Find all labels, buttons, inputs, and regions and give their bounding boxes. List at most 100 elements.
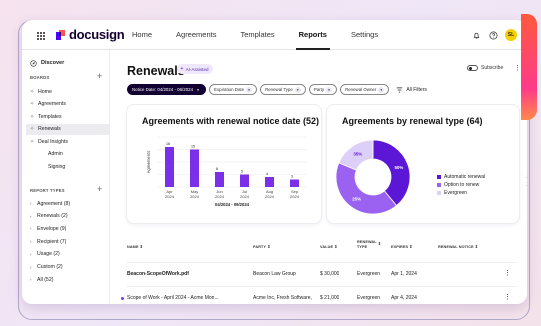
col-name-label: NAME — [127, 244, 139, 249]
row-name[interactable]: Beacon-ScopeOfWork.pdf — [127, 271, 245, 277]
sidebar-report-type[interactable]: › Envelope (9) — [26, 223, 110, 234]
sidebar-item-label: Custom (2) — [37, 264, 63, 270]
filter-bar: Notice Date: 04/2024 - 06/2024 ▾ Expirat… — [127, 84, 427, 95]
brand-name: docusign — [69, 27, 125, 42]
col-renewal-notice[interactable]: RENEWAL NOTICE ⇕ — [438, 244, 478, 250]
sidebar-report-type[interactable]: › Recipient (7) — [26, 236, 110, 247]
sidebar-discover[interactable]: Discover — [26, 56, 106, 70]
all-filters-button[interactable]: All Filters — [396, 87, 427, 93]
subscribe-control[interactable]: Subscribe — [467, 65, 503, 71]
bar — [165, 147, 174, 187]
sidebar-item-agreements[interactable]: ✧ Agreements — [26, 99, 110, 110]
legend-swatch — [437, 175, 441, 179]
filter-expiration-date[interactable]: Expiration Date ▾ — [209, 84, 258, 95]
nav-settings[interactable]: Settings — [351, 20, 378, 50]
sparkle-icon: ✦ — [180, 66, 184, 71]
nav-home[interactable]: Home — [132, 20, 152, 50]
col-party-label: PARTY — [253, 244, 267, 249]
donut-chart-panel: 50% 25% 35% Agreements by renewal type (64… — [327, 105, 527, 223]
add-report-type-plus-icon[interactable]: + — [97, 185, 102, 194]
table-header: NAME ⇕ PARTY ⇕ VALUE ⇕ RENEWAL TYPE ⇕ EXPIRE… — [127, 234, 517, 262]
row-more-icon[interactable]: ⋮ — [504, 269, 511, 277]
x-tick-year: 2024 — [265, 194, 275, 199]
col-value[interactable]: VALUE ⇕ — [320, 244, 338, 250]
sidebar-item-label: Usage (2) — [37, 251, 60, 258]
filter-renewal-owner-label: Renewal Owner — [345, 87, 377, 92]
sidebar-report-type[interactable]: › Renewals (2) — [26, 211, 110, 222]
row-name[interactable]: Scope of Work - April 2024 - Acme Mon... — [127, 295, 245, 301]
col-value-label: VALUE — [320, 244, 334, 249]
sidebar-item-label: Renewals (2) — [37, 213, 68, 220]
col-name[interactable]: NAME ⇕ — [127, 244, 143, 250]
nav-templates[interactable]: Templates — [240, 20, 274, 50]
sidebar-item-label: Agreement (8) — [37, 200, 71, 207]
legend-value: 27 — [520, 182, 527, 188]
sort-icon: ⇕ — [267, 245, 271, 249]
slice-percent-label: 25% — [352, 197, 361, 202]
table-row[interactable]: Scope of Work - April 2024 - Acme Mon...… — [121, 286, 517, 304]
legend-label: Evergreen — [444, 190, 468, 196]
bar — [240, 174, 249, 187]
sidebar-item-signing[interactable]: Signing — [26, 161, 110, 172]
docusign-logo[interactable]: docusign — [56, 27, 125, 42]
add-board-plus-icon[interactable]: + — [97, 72, 102, 81]
notification-bell-icon[interactable] — [471, 30, 482, 41]
bar-chart-title: Agreements with renewal notice date (52) — [142, 116, 320, 126]
legend-item: Evergreen 12 — [437, 189, 527, 197]
boards-section-label: BOARDS — [30, 75, 50, 80]
nav-agreements[interactable]: Agreements — [176, 20, 216, 50]
legend-value: 25 — [520, 174, 527, 180]
sidebar-item-renewals[interactable]: ✧ Renewals — [26, 123, 110, 135]
row-party: Acme Inc, Fresh Software, — [253, 295, 312, 301]
sidebar-item-deal-insights[interactable]: ✧ Deal Insights — [26, 136, 110, 147]
sidebar-item-label: Recipient (7) — [37, 238, 67, 245]
col-party[interactable]: PARTY ⇕ — [253, 244, 271, 250]
bar-value-label: 6 — [216, 167, 218, 171]
col-expires[interactable]: EXPIRES ⇕ — [391, 244, 412, 250]
top-right-icons: SL — [471, 29, 517, 41]
app-frame: docusign Home Agreements Templates Repor… — [0, 0, 541, 326]
sort-icon: ⇕ — [334, 245, 338, 249]
sidebar-report-type[interactable]: › Agreement (8) — [26, 198, 110, 209]
sidebar-item-templates[interactable]: ✧ Templates — [26, 111, 110, 122]
bar — [190, 149, 199, 187]
filter-renewal-type[interactable]: Renewal Type ▾ — [260, 84, 306, 95]
all-filters-label: All Filters — [406, 86, 427, 93]
nav-reports[interactable]: Reports — [295, 20, 331, 50]
ai-assisted-badge: ✦ AI-Assisted — [177, 64, 213, 74]
filter-renewal-owner[interactable]: Renewal Owner ▾ — [340, 84, 390, 95]
filter-party[interactable]: Party ▾ — [308, 84, 338, 95]
chevron-down-icon: ▾ — [378, 86, 385, 93]
col-renewal-notice-label: RENEWAL NOTICE — [438, 244, 474, 249]
bar-value-label: 15 — [191, 145, 195, 149]
y-axis-label: Agreements — [146, 151, 151, 174]
page-more-icon[interactable]: ⋮ — [514, 65, 521, 72]
donut-legend: Automatic renewal25Option to renew27Ever… — [437, 173, 527, 197]
table-row[interactable]: Beacon-ScopeOfWork.pdf Beacon Law Group … — [127, 262, 517, 286]
legend-swatch — [437, 183, 441, 187]
subscribe-toggle[interactable] — [467, 65, 478, 71]
slice-percent-label: 50% — [394, 165, 403, 170]
decorative-accent — [521, 14, 537, 120]
bar-chart-panel: Agreements 16 Apr 2024 15 May 2024 6 Jun 2024 5 Jul… — [127, 105, 321, 223]
sidebar-item-admin[interactable]: Admin — [26, 149, 110, 160]
sidebar-report-type[interactable]: › Custom (2) — [26, 262, 110, 273]
slice-percent-label: 35% — [353, 152, 362, 157]
app-launcher-icon[interactable] — [36, 31, 45, 40]
chevron-right-icon: › — [30, 277, 32, 283]
sidebar-report-type[interactable]: › Usage (2) — [26, 249, 110, 260]
ai-sparkle-icon: ✧ — [30, 113, 35, 120]
legend-item: Option to renew 27 — [437, 181, 527, 189]
filter-notice-date[interactable]: Notice Date: 04/2024 - 06/2024 ▾ — [127, 84, 207, 95]
row-more-icon[interactable]: ⋮ — [504, 293, 511, 301]
col-renewal-type[interactable]: RENEWAL TYPE ⇕ — [357, 240, 381, 249]
report-types-section-label: REPORT TYPES — [30, 188, 65, 193]
page-title: Renewals — [127, 64, 185, 78]
sidebar-item-home[interactable]: ✧ Home — [26, 86, 110, 97]
sort-icon: ⇕ — [377, 242, 381, 247]
help-icon[interactable] — [488, 30, 499, 41]
sidebar-report-type[interactable]: › All (52) — [26, 274, 110, 285]
sidebar-item-label: All (52) — [37, 276, 54, 283]
filter-expiration-date-label: Expiration Date — [214, 87, 245, 92]
user-avatar[interactable]: SL — [505, 29, 517, 41]
